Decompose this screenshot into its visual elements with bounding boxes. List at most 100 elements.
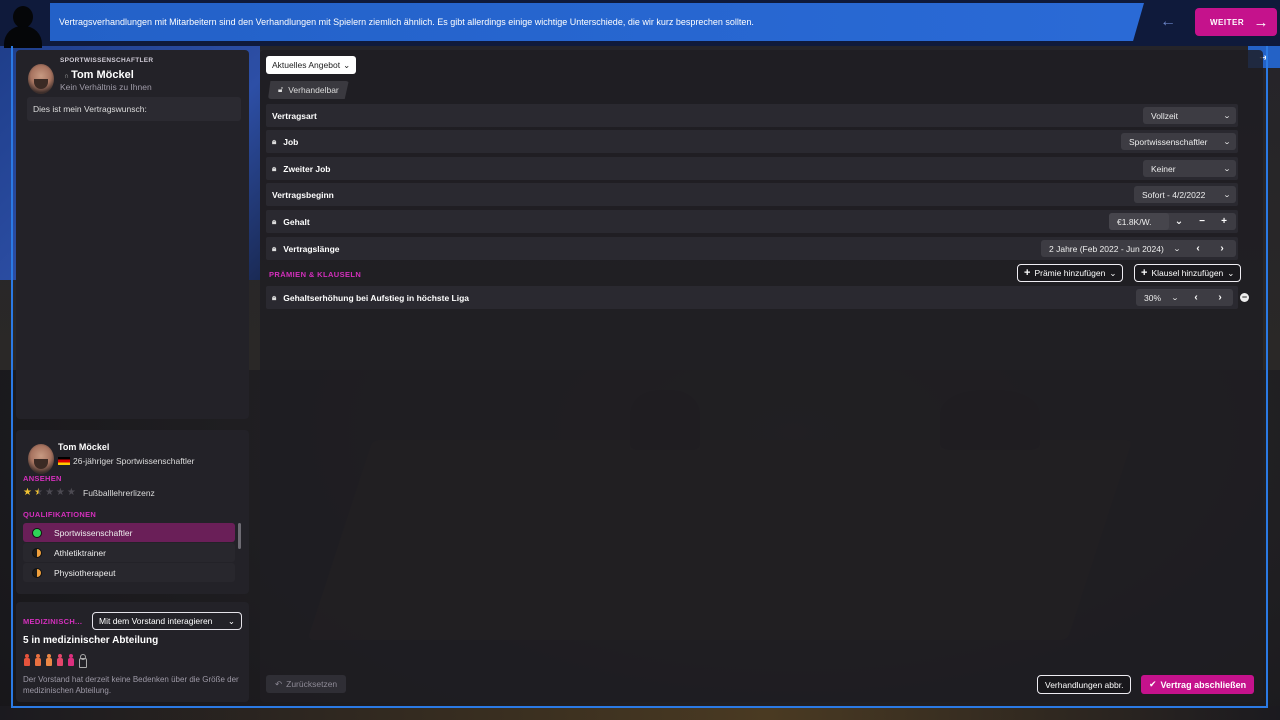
salary-input[interactable]: €1.8K/W. — [1109, 213, 1169, 230]
clause-label-text: Gehaltserhöhung bei Aufstieg in höchste … — [283, 292, 470, 303]
lock-icon: 🔒︎ — [272, 292, 277, 302]
chevron-down-icon: ⌄ — [1222, 165, 1232, 173]
second-job-row: 🔒︎ Zweiter Job Keiner ⌄ — [266, 157, 1238, 180]
contract-length-value: 2 Jahre (Feb 2022 - Jun 2024) — [1049, 243, 1164, 254]
job-dropdown[interactable]: Sportwissenschaftler ⌄ — [1121, 133, 1236, 150]
job-row: 🔒︎ Job Sportwissenschaftler ⌄ — [266, 130, 1238, 153]
chevron-down-icon: ⌄ — [1222, 112, 1232, 120]
headset-icon: ∩ — [64, 73, 70, 80]
top-bar: Vertragsverhandlungen mit Mitarbeitern s… — [0, 0, 1280, 48]
profile-subtitle: 26-jähriger Sportwissenschaftler — [58, 456, 194, 466]
person-icon — [45, 654, 53, 666]
lock-open-icon: 🔓︎ — [278, 85, 284, 94]
clause-value: 30% — [1144, 292, 1162, 303]
chevron-right-icon[interactable]: › — [1210, 289, 1230, 306]
second-job-label-text: Zweiter Job — [283, 163, 331, 174]
next-button[interactable]: WEITER → — [1195, 8, 1277, 36]
star-icon: ★ — [23, 487, 32, 498]
staff-name-text: Tom Möckel — [71, 69, 134, 81]
lock-icon: 🔒︎ — [272, 163, 277, 173]
contract-type-dropdown[interactable]: Vollzeit ⌄ — [1143, 107, 1236, 124]
star-icon: ★ — [44, 487, 54, 498]
profile-subtitle-text: 26-jähriger Sportwissenschaftler — [73, 456, 195, 466]
staff-role: SPORTWISSENSCHAFTLER — [60, 57, 154, 64]
staff-request-panel: SPORTWISSENSCHAFTLER ∩ Tom Möckel Kein Ve… — [16, 50, 249, 419]
qualifications-heading: QUALIFIKATIONEN — [23, 510, 97, 519]
medical-rank: 5 in medizinischer Abteilung — [23, 635, 159, 646]
medical-note: Der Vorstand hat derzeit keine Bedenken … — [23, 675, 239, 695]
negotiable-tag: 🔓︎ Verhandelbar — [268, 81, 349, 99]
qualification-item[interactable]: Athletiktrainer — [23, 543, 235, 562]
star-icon: ★ — [66, 487, 76, 498]
contract-start-row: Vertragsbeginn Sofort - 4/2/2022 ⌄ — [266, 183, 1238, 206]
qualification-label: Athletiktrainer — [54, 547, 106, 558]
second-job-dropdown[interactable]: Keiner ⌄ — [1143, 160, 1236, 177]
lock-icon: 🔒︎ — [272, 136, 277, 146]
staff-count-icons — [23, 654, 87, 668]
board-interaction-label: Mit dem Vorstand interagieren — [99, 616, 213, 626]
reputation-heading: ANSEHEN — [23, 474, 62, 483]
qualification-label: Sportwissenschaftler — [54, 527, 133, 538]
negotiable-label: Verhandelbar — [288, 85, 339, 95]
background-floor — [0, 706, 1280, 720]
add-bonus-button[interactable]: + Prämie hinzufügen ⌄ — [1017, 264, 1124, 282]
plus-icon: + — [1024, 267, 1031, 279]
abort-negotiation-button[interactable]: Verhandlungen abbr. — [1037, 675, 1132, 694]
finish-contract-label: Vertrag abschließen — [1160, 679, 1247, 690]
finish-contract-button[interactable]: ✔ Vertrag abschließen — [1141, 675, 1255, 694]
chevron-down-icon: ⌄ — [1222, 138, 1232, 146]
remove-clause-icon[interactable]: − — [1240, 293, 1249, 302]
qualification-full-icon — [32, 527, 42, 538]
profile-name[interactable]: Tom Möckel — [58, 442, 109, 452]
clause-value-dropdown[interactable]: 30% ⌄ — [1136, 289, 1184, 306]
offer-selector-dropdown[interactable]: Aktuelles Angebot ⌄ — [266, 56, 357, 74]
bonus-clause-heading: PRÄMIEN & KLAUSELN — [269, 270, 362, 279]
plus-icon: + — [1141, 267, 1148, 279]
contract-length-dropdown[interactable]: 2 Jahre (Feb 2022 - Jun 2024) ⌄ — [1041, 240, 1186, 257]
add-clause-label: Klausel hinzufügen — [1151, 268, 1224, 278]
advisor-message: Vertragsverhandlungen mit Mitarbeitern s… — [50, 3, 1144, 41]
qualification-item[interactable]: Physiotherapeut — [23, 563, 235, 582]
half-star-icon: ★ — [33, 487, 43, 498]
person-empty-icon — [78, 654, 87, 668]
licence-text: Fußballlehrerlizenz — [83, 488, 155, 498]
second-job-value: Keiner — [1151, 163, 1176, 174]
lock-icon: 🔒︎ — [272, 243, 277, 253]
chevron-right-icon[interactable]: › — [1212, 240, 1232, 257]
plus-button[interactable]: + — [1214, 213, 1234, 230]
contract-start-dropdown[interactable]: Sofort - 4/2/2022 ⌄ — [1134, 186, 1236, 203]
medical-department-panel: MEDIZINISCH... Mit dem Vorstand interagi… — [16, 602, 249, 702]
offer-selector-label: Aktuelles Angebot — [272, 60, 341, 70]
minus-button[interactable]: − — [1192, 213, 1212, 230]
contract-start-value: Sofort - 4/2/2022 — [1142, 189, 1206, 200]
qualifications-scrollbar[interactable] — [238, 523, 241, 549]
chevron-left-icon[interactable]: ‹ — [1186, 289, 1206, 306]
salary-label: 🔒︎ Gehalt — [266, 217, 310, 227]
undo-icon: ↶ — [275, 678, 283, 689]
star-icon: ★ — [55, 487, 65, 498]
clause-label: 🔒︎ Gehaltserhöhung bei Aufstieg in höchst… — [266, 293, 469, 303]
job-label: 🔒︎ Job — [266, 137, 298, 147]
chevron-down-icon[interactable]: ⌄ — [1169, 213, 1189, 230]
back-arrow-button[interactable]: ← — [1156, 10, 1180, 34]
chevron-down-icon: ⌄ — [1172, 245, 1182, 253]
next-button-label: WEITER — [1210, 17, 1245, 27]
staff-profile-panel: Tom Möckel 26-jähriger Sportwissenschaft… — [16, 430, 249, 594]
salary-row: 🔒︎ Gehalt €1.8K/W. ⌄ − + — [266, 210, 1238, 233]
board-interaction-dropdown[interactable]: Mit dem Vorstand interagieren ⌄ — [92, 612, 242, 630]
medical-heading: MEDIZINISCH... — [23, 616, 83, 626]
qualification-item[interactable]: Sportwissenschaftler — [23, 523, 235, 542]
check-icon: ✔ — [1149, 679, 1157, 689]
contract-length-row: 🔒︎ Vertragslänge 2 Jahre (Feb 2022 - Jun … — [266, 237, 1238, 260]
add-clause-button[interactable]: + Klausel hinzufügen ⌄ — [1134, 264, 1242, 282]
person-icon — [34, 654, 42, 666]
chevron-down-icon: ⌄ — [1170, 294, 1180, 302]
staff-name[interactable]: ∩ Tom Möckel — [64, 69, 134, 81]
chevron-left-icon[interactable]: ‹ — [1188, 240, 1208, 257]
reset-button[interactable]: ↶ Zurücksetzen — [266, 675, 347, 693]
qualification-half-icon — [32, 547, 42, 558]
reputation-stars: ★ ★ ★ ★ ★ — [23, 487, 76, 498]
chevron-down-icon: ⌄ — [227, 615, 235, 626]
chevron-down-icon: ⌄ — [1227, 267, 1235, 278]
arrow-right-icon: → — [1253, 13, 1269, 31]
